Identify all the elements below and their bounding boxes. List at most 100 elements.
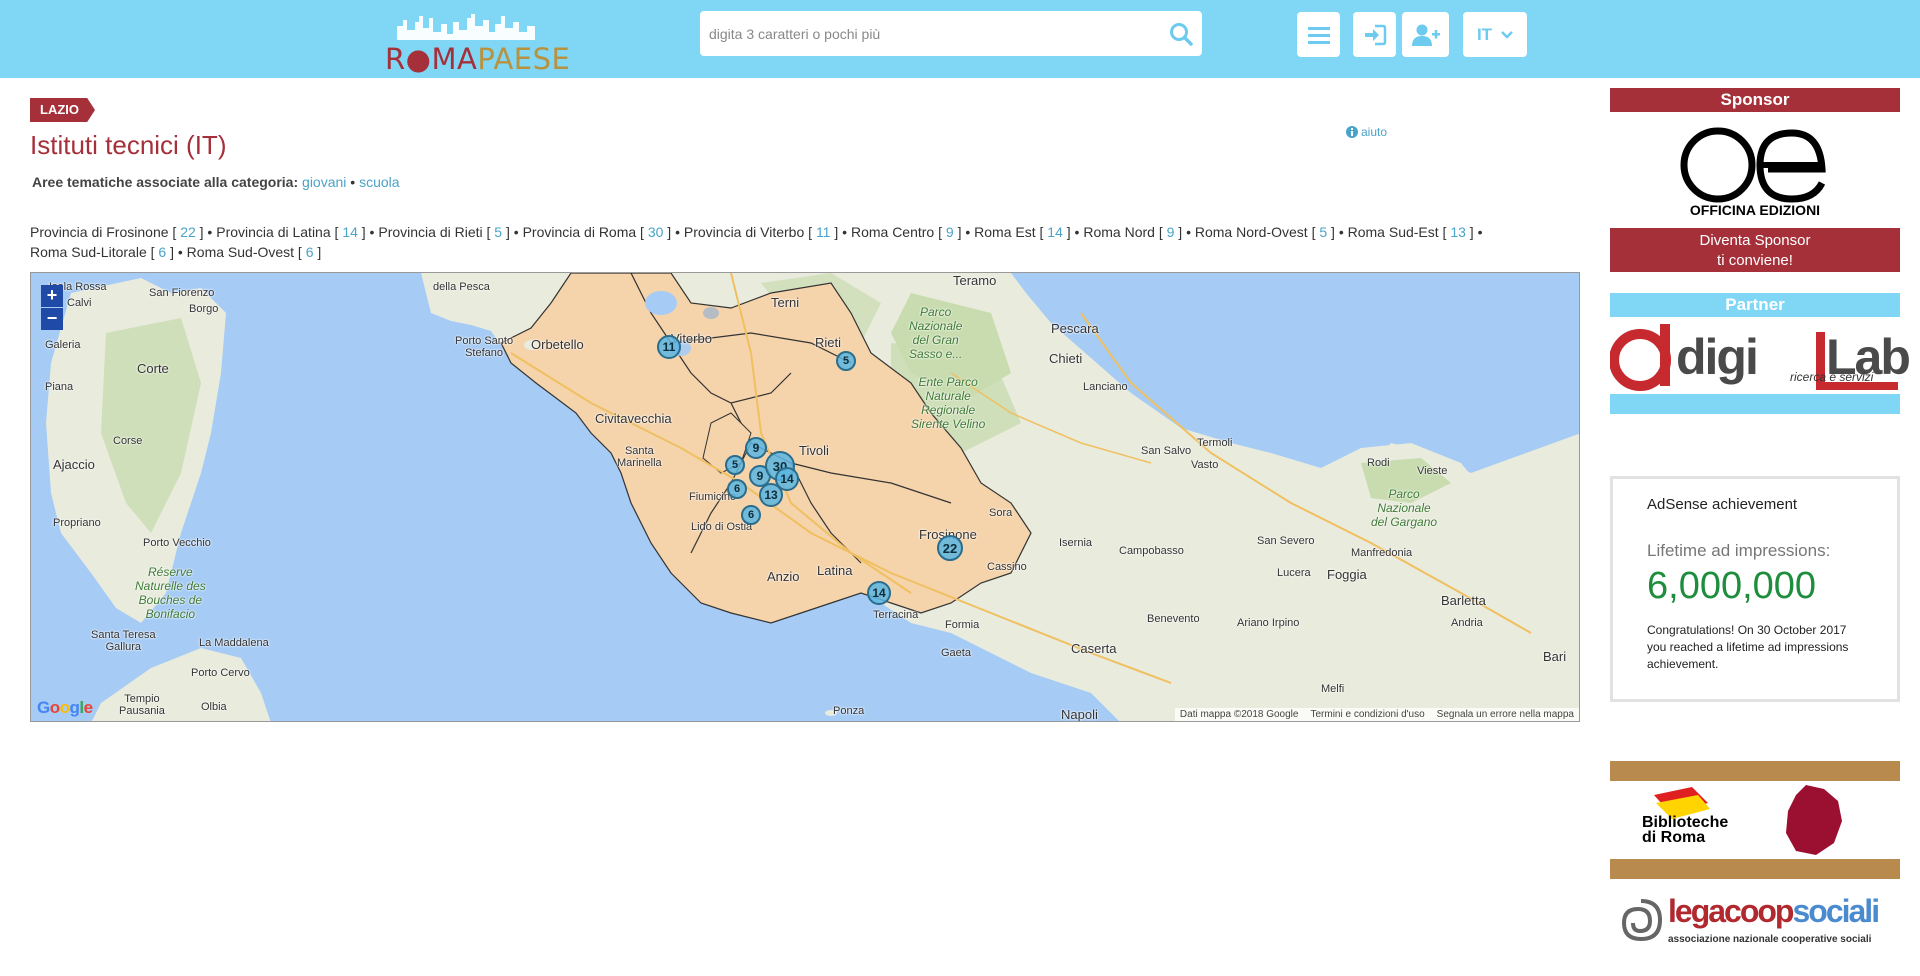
map-label: San Severo [1257,535,1315,547]
province-filter-item[interactable]: Roma Sud-Est [ 13 ] [1348,224,1474,240]
logo-wordmark: R●MAPAESE [385,42,571,76]
zoom-in-button[interactable]: + [41,285,63,307]
user-plus-icon [1411,24,1440,46]
cluster-marker[interactable]: 22 [937,535,963,561]
digilab-tagline: ricerca e servizi [1790,370,1874,384]
map-label: Calvi [67,297,92,309]
map[interactable]: Isola Rossa Calvi San Fiorenzo Borgo Gal… [30,272,1580,722]
map-report-link[interactable]: Segnala un errore nella mappa [1437,709,1574,720]
legacoop-swirl-icon [1621,899,1663,942]
province-filter-item[interactable]: Roma Sud-Ovest [ 6 ] [187,244,322,260]
map-label: Barletta [1441,593,1486,608]
bracket-open: [ [1154,224,1167,240]
map-label: Galeria [45,339,81,351]
map-label: Manfredonia [1351,547,1413,559]
province-separator: • [1070,224,1084,240]
register-button[interactable] [1402,12,1449,57]
province-name: Roma Sud-Ovest [186,244,295,260]
bracket-close: ] [1327,224,1335,240]
province-separator: • [1473,224,1483,240]
bracket-close: ] [195,224,204,240]
map-label: Lanciano [1083,381,1128,393]
province-filter-item[interactable]: Roma Nord [ 9 ] [1083,224,1182,240]
romapaese-logo[interactable]: R●MAPAESE [385,10,570,76]
map-label: Caserta [1071,641,1117,656]
chevron-down-icon [1501,30,1513,39]
map-label: Isernia [1059,537,1093,549]
map-label: Propriano [53,517,101,529]
map-label: Rodi [1367,457,1390,469]
province-filter-item[interactable]: Roma Nord-Ovest [ 5 ] [1195,224,1335,240]
cluster-marker[interactable]: 6 [741,505,761,525]
province-filter-item[interactable]: Provincia di Frosinone [ 22 ] [30,224,204,240]
province-count: 14 [342,224,358,240]
cluster-marker[interactable]: 5 [725,455,745,475]
map-label: Santa Marinella [617,445,662,469]
map-label: Vieste [1417,465,1448,477]
cluster-marker[interactable]: 6 [727,479,747,499]
top-header: R●MAPAESE IT [0,0,1920,78]
theme-link-giovani[interactable]: giovani [302,174,346,190]
province-count: 9 [945,224,954,240]
help-link[interactable]: aiuto [1346,125,1387,139]
province-filter-item[interactable]: Provincia di Rieti [ 5 ] [378,224,510,240]
province-separator: • [671,224,684,240]
bracket-close: ] [1062,224,1071,240]
bracket-open: [ [330,224,343,240]
bracket-open: [ [482,224,495,240]
partner-heading: Partner [1610,293,1900,317]
map-label: Latina [817,563,853,578]
login-button[interactable] [1353,12,1396,57]
help-label: aiuto [1361,125,1388,139]
province-separator: • [509,224,523,240]
province-filter-item[interactable]: Provincia di Roma [ 30 ] [523,224,672,240]
become-sponsor-button[interactable]: Diventa Sponsor ti conviene! [1610,228,1900,272]
province-filter-list: Provincia di Frosinone [ 22 ] • Provinci… [30,222,1560,262]
province-name: Provincia di Rieti [378,224,483,240]
map-label: Gaeta [941,647,971,659]
legacoop-sociali-logo[interactable]: legacoopsociali associazione nazionale c… [1610,891,1900,951]
theme-link-scuola[interactable]: scuola [359,174,399,190]
map-label: Terni [771,295,800,310]
bracket-open: [ [804,224,816,240]
adsense-value: 6,000,000 [1647,565,1817,607]
map-label: Teramo [953,273,997,288]
digilab-logo[interactable]: digi Lab ricerca e servizi [1609,320,1911,402]
legacoop-wordmark: legacoopsociali [1668,893,1880,929]
search-icon[interactable] [1168,21,1194,47]
province-filter-item[interactable]: Roma Sud-Litorale [ 6 ] [30,244,174,260]
map-label: Lucera [1277,567,1311,579]
bracket-open: [ [1307,224,1320,240]
cluster-marker[interactable]: 13 [759,483,783,507]
province-name: Provincia di Frosinone [30,224,169,240]
biblioteche-panel: Biblioteche di Roma [1610,781,1900,859]
map-label: Anzio [767,569,800,584]
page-title: Istituti tecnici (IT) [30,130,227,160]
cluster-marker[interactable]: 14 [867,581,891,605]
digilab-name-a: digi [1676,329,1759,385]
province-filter-item[interactable]: Provincia di Latina [ 14 ] [216,224,365,240]
search-box [700,11,1202,56]
biblioteche-di-roma-banner[interactable]: Biblioteche di Roma [1610,761,1900,879]
map-label: Ariano Irpino [1237,617,1300,629]
province-filter-item[interactable]: Roma Est [ 14 ] [974,224,1071,240]
cluster-marker[interactable]: 9 [745,437,767,459]
cluster-marker[interactable]: 11 [657,335,681,359]
map-label: Olbia [201,701,227,713]
province-name: Roma Est [974,224,1036,240]
cluster-marker[interactable]: 5 [836,351,856,371]
province-filter-item[interactable]: Provincia di Viterbo [ 11 ] [684,224,838,240]
language-selector[interactable]: IT [1463,12,1527,57]
map-terms-link[interactable]: Termini e condizioni d'uso [1310,709,1424,720]
map-label: Porto Santo Stefano [455,335,514,359]
map-attribution: Dati mappa ©2018 Google Termini e condiz… [1174,708,1579,721]
search-input[interactable] [700,11,1150,56]
province-count: 5 [494,224,503,240]
map-label: Piana [45,381,74,393]
bracket-open: [ [1035,224,1048,240]
zoom-out-button[interactable]: − [41,308,63,330]
menu-button[interactable] [1297,12,1340,57]
province-filter-item[interactable]: Roma Centro [ 9 ] [851,224,962,240]
region-badge[interactable]: LAZIO [30,98,95,122]
province-name: Roma Sud-Litorale [30,244,147,260]
